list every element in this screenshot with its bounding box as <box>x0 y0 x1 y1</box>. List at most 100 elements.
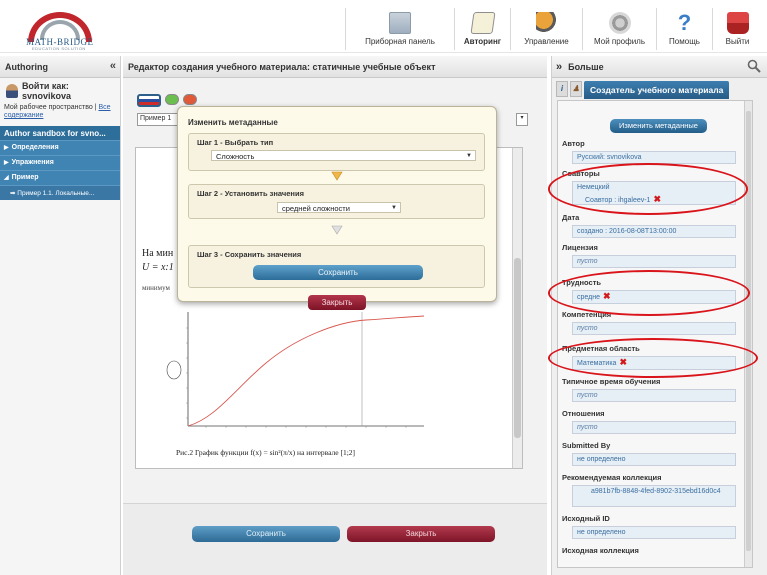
expand-arrow-icon: ▶ <box>4 145 9 151</box>
field-label: Рекомендуемая коллекция <box>562 473 662 482</box>
edit-metadata-button[interactable]: Изменить метаданные <box>610 119 707 133</box>
nav-exit[interactable]: Выйти <box>712 8 762 50</box>
tab-creator[interactable]: Создатель учебного материала <box>584 81 730 99</box>
select-dropdown-icon[interactable]: ▾ <box>516 113 528 126</box>
tree-item-exercises[interactable]: ▶ Упражнения <box>0 155 120 170</box>
graph-caption: Рис.2 График функции f(x) = sin²(π/x) на… <box>176 448 356 457</box>
nav-authoring[interactable]: Авторинг <box>454 8 510 50</box>
tree-subitem-label: Пример 1.1. Локальные... <box>17 190 95 197</box>
editor-text-minimum: минимум <box>142 284 170 292</box>
workspace-links: Мой рабочее пространство | Все содержани… <box>0 104 120 124</box>
highlight-coauthors <box>548 163 748 215</box>
login-info: Войти как: svnovikova <box>0 78 120 104</box>
step-arrow-down-icon <box>331 171 343 181</box>
tree-item-example[interactable]: ◢ Пример <box>0 170 120 185</box>
field-value[interactable]: пусто <box>572 322 736 335</box>
field-label: Отношения <box>562 409 605 418</box>
metadata-scroll-thumb[interactable] <box>746 111 751 551</box>
field-value[interactable]: создано : 2016-08-08T13:00:00 <box>572 225 736 238</box>
field-source-id: Исходный ID не определено <box>562 514 742 539</box>
editor-title: Редактор создания учебного материала: ст… <box>128 61 436 72</box>
nav-profile-label: Мой профиль <box>593 37 645 46</box>
editor-panel-header: Редактор создания учебного материала: ст… <box>123 56 547 78</box>
field-learning-time: Типичное время обучения пусто <box>562 377 742 402</box>
nav-help[interactable]: ? Помощь <box>656 8 712 50</box>
field-relations: Отношения пусто <box>562 409 742 434</box>
editor-scroll-thumb[interactable] <box>514 258 521 438</box>
field-value[interactable]: пусто <box>572 255 736 268</box>
field-value[interactable]: не определено <box>572 526 736 539</box>
add-icon[interactable] <box>165 94 179 105</box>
nav-management-label: Управление <box>524 37 569 46</box>
field-value[interactable]: пусто <box>572 389 736 402</box>
nav-dashboard-label: Приборная панель <box>365 37 435 46</box>
right-panel-header: » Больше <box>552 56 767 78</box>
field-label: Типичное время обучения <box>562 377 661 386</box>
type-select-value: Сложность <box>216 152 255 161</box>
step-1-select-type: Шаг 1 - Выбрать тип Сложность ▼ <box>188 133 485 171</box>
field-recommended-collection: Рекомендуемая коллекция a981b7fb-8848-4f… <box>562 473 742 507</box>
field-value[interactable]: a981b7fb-8848-4fed-8902-315ebd16d0c4 <box>572 485 736 507</box>
left-panel: Authoring « Войти как: svnovikova Мой ра… <box>0 56 121 575</box>
top-bar: MATH-BRIDGE EDUCATION SOLUTION Приборная… <box>0 0 767 53</box>
dialog-title: Изменить метаданные <box>188 118 278 127</box>
management-icon <box>535 12 558 34</box>
dashboard-icon <box>389 12 411 34</box>
field-label: Автор <box>562 139 585 148</box>
editor-formula-line: U = x:1 <box>142 262 174 273</box>
left-panel-title: Authoring <box>5 61 48 72</box>
nav-authoring-label: Авторинг <box>463 37 502 46</box>
nav-profile[interactable]: Мой профиль <box>582 8 656 50</box>
dropdown-arrow-icon: ▼ <box>466 153 472 159</box>
step-2-label: Шаг 2 - Установить значения <box>197 189 304 198</box>
function-graph <box>166 312 425 428</box>
language-flag-icon[interactable] <box>137 94 161 107</box>
search-icon[interactable] <box>747 59 761 73</box>
editor-text-line: На мин <box>142 248 174 259</box>
help-icon: ? <box>677 10 692 35</box>
right-panel-title: Больше <box>568 61 604 72</box>
math-bridge-logo[interactable]: MATH-BRIDGE EDUCATION SOLUTION <box>16 8 106 51</box>
field-date: Дата создано : 2016-08-08T13:00:00 <box>562 213 742 238</box>
example-select[interactable]: Пример 1 <box>137 113 179 126</box>
profile-icon <box>608 12 631 34</box>
step-3-save-values: Шаг 3 - Сохранить значения Сохранить <box>188 245 485 288</box>
dropdown-arrow-icon: ▼ <box>391 205 397 211</box>
tree-item-label: Определения <box>11 144 59 151</box>
user-icon <box>6 84 18 98</box>
dialog-save-button[interactable]: Сохранить <box>253 265 423 280</box>
value-select[interactable]: средней сложности ▼ <box>277 202 401 213</box>
tree-item-label: Пример <box>11 174 39 181</box>
tree-subitem-example-1-1[interactable]: ➡ Пример 1.1. Локальные... <box>0 185 120 200</box>
expand-arrow-icon: ▶ <box>4 160 9 166</box>
info-tab-icon[interactable]: i <box>556 81 568 97</box>
dialog-close-button[interactable]: Закрыть <box>308 295 366 310</box>
remove-icon[interactable] <box>183 94 197 105</box>
close-button[interactable]: Закрыть <box>347 526 495 542</box>
authoring-icon <box>469 12 496 34</box>
nav-management[interactable]: Управление <box>510 8 582 50</box>
editor-scrollbar[interactable] <box>512 148 522 468</box>
tree-item-definitions[interactable]: ▶ Определения <box>0 140 120 155</box>
field-value[interactable]: не определено <box>572 453 736 466</box>
right-tabs: i ♟ Создатель учебного материала <box>556 81 730 99</box>
step-1-label: Шаг 1 - Выбрать тип <box>197 138 274 147</box>
collapse-left-icon[interactable]: « <box>110 60 116 72</box>
field-author: Автор Русский: svnovikova <box>562 139 742 164</box>
step-arrow-down-icon <box>331 225 343 235</box>
step-3-label: Шаг 3 - Сохранить значения <box>197 250 302 259</box>
field-label: Submitted By <box>562 441 611 450</box>
tree-root-sandbox[interactable]: Author sandbox for svno... <box>0 126 120 140</box>
field-value[interactable]: пусто <box>572 421 736 434</box>
step-2-set-values: Шаг 2 - Установить значения средней слож… <box>188 184 485 219</box>
nav-dashboard[interactable]: Приборная панель <box>345 8 454 50</box>
people-tab-icon[interactable]: ♟ <box>570 81 582 97</box>
login-text: Войти как: svnovikova <box>21 81 71 101</box>
field-submitted-by: Submitted By не определено <box>562 441 742 466</box>
save-button[interactable]: Сохранить <box>192 526 340 542</box>
left-panel-header: Authoring « <box>0 56 120 78</box>
type-select[interactable]: Сложность ▼ <box>211 150 476 161</box>
metadata-scrollbar[interactable] <box>744 101 752 567</box>
highlight-difficulty <box>548 270 750 316</box>
expand-right-icon[interactable]: » <box>556 61 562 73</box>
